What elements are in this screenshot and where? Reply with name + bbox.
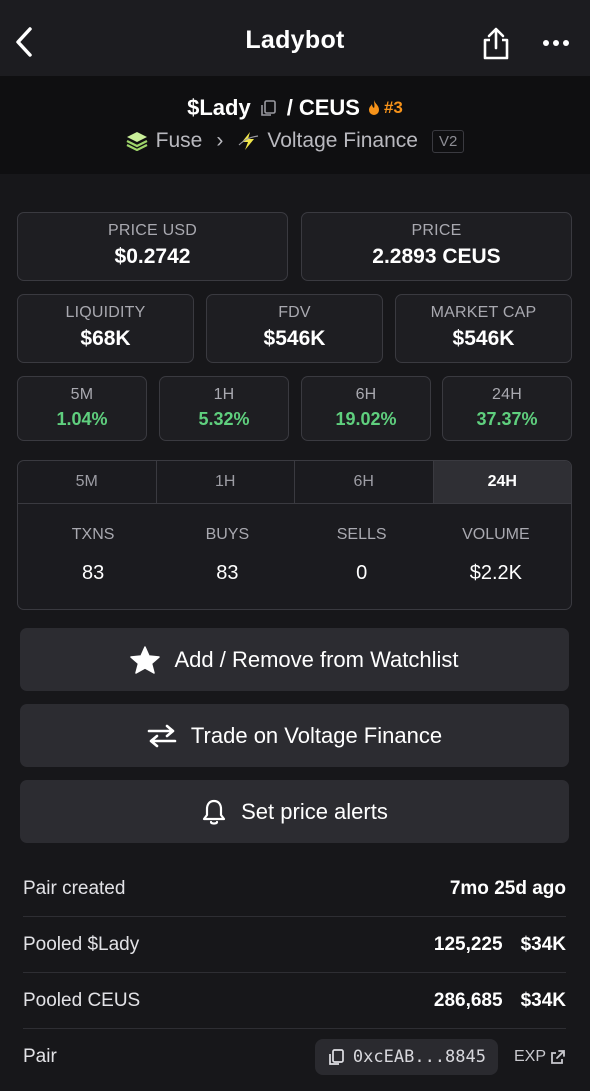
pair-created-value: 7mo 25d ago <box>449 878 566 899</box>
tab-6h[interactable]: 6H <box>295 461 434 503</box>
more-options-button[interactable] <box>538 28 574 58</box>
rank-number: #3 <box>383 98 403 117</box>
change-5m-value: 1.04% <box>56 409 108 429</box>
fdv-label: FDV <box>278 304 311 321</box>
fdv-value: $546K <box>263 327 326 350</box>
txns-value: 83 <box>82 562 105 584</box>
pooled-base-amount: 125,225 <box>433 934 503 955</box>
price-usd-label: PRICE USD <box>108 222 197 239</box>
change-1h-card[interactable]: 1H 5.32% <box>159 376 289 441</box>
pooled-quote-label: Pooled CEUS <box>23 990 141 1011</box>
pair-address-row: Pair 0xcEAB...8845 EXP <box>23 1029 566 1085</box>
change-24h-value: 37.37% <box>476 409 538 429</box>
tab-1h[interactable]: 1H <box>157 461 295 503</box>
price-usd-value: $0.2742 <box>114 245 191 268</box>
buys-label: BUYS <box>205 526 250 543</box>
stat-buys: BUYS 83 <box>160 504 294 585</box>
volume-label: VOLUME <box>462 526 530 543</box>
price-native-value: 2.2893 CEUS <box>372 245 501 268</box>
top-bar: Ladybot <box>0 0 590 76</box>
tab-24h[interactable]: 24H <box>433 461 571 503</box>
liquidity-card: LIQUIDITY $68K <box>17 294 194 363</box>
pooled-base-label: Pooled $Lady <box>23 934 140 955</box>
liquidity-label: LIQUIDITY <box>65 304 146 321</box>
transactions-panel: 5M 1H 6H 24H TXNS 83 BUYS 83 SELLS 0 VOL… <box>17 460 572 610</box>
quote-token-symbol: CEUS <box>298 95 360 120</box>
change-6h-card[interactable]: 6H 19.02% <box>301 376 431 441</box>
pair-label: Pair <box>23 1046 57 1067</box>
pooled-base-usd: $34K <box>520 934 566 955</box>
pair-created-row: Pair created 7mo 25d ago <box>23 861 566 917</box>
dex-version-badge: V2 <box>431 129 465 153</box>
timeframe-tabs: 5M 1H 6H 24H <box>18 461 571 504</box>
price-usd-card: PRICE USD $0.2742 <box>17 212 288 281</box>
tab-5m[interactable]: 5M <box>18 461 157 503</box>
chevron-right-icon: › <box>216 129 224 152</box>
pooled-base-row: Pooled $Lady 125,225 $34K <box>23 917 566 973</box>
chain-dex-line: Fuse › Voltage Finance V2 <box>0 126 590 156</box>
share-icon <box>483 27 509 60</box>
external-link-icon <box>551 1050 565 1064</box>
more-dots-icon <box>543 40 569 46</box>
change-24h-label: 24H <box>492 386 522 403</box>
dex-name[interactable]: Voltage Finance <box>267 129 418 153</box>
sells-value: 0 <box>356 562 368 584</box>
pair-address: 0xcEAB...8845 <box>352 1047 486 1067</box>
rank-badge: #3 <box>366 98 403 118</box>
stat-sells: SELLS 0 <box>295 504 429 585</box>
copy-icon[interactable] <box>259 99 277 117</box>
volume-value: $2.2K <box>469 562 522 584</box>
change-24h-card[interactable]: 24H 37.37% <box>442 376 572 441</box>
voltage-lightning-icon <box>238 132 259 150</box>
stat-volume: VOLUME $2.2K <box>429 504 563 585</box>
share-button[interactable] <box>478 22 514 64</box>
buys-value: 83 <box>216 562 239 584</box>
price-alerts-button-label: Set price alerts <box>241 798 388 824</box>
pair-header: $Lady / CEUS #3 Fuse › Voltage Finance V… <box>0 76 590 174</box>
transaction-stats: TXNS 83 BUYS 83 SELLS 0 VOLUME $2.2K <box>18 504 571 585</box>
price-alerts-button[interactable]: Set price alerts <box>20 780 569 843</box>
trade-button[interactable]: Trade on Voltage Finance <box>20 704 569 767</box>
pooled-quote-amount: 286,685 <box>433 990 503 1011</box>
pair-separator: / <box>286 95 293 120</box>
fuse-chain-icon <box>126 132 148 151</box>
price-native-card: PRICE 2.2893 CEUS <box>301 212 572 281</box>
change-5m-card[interactable]: 5M 1.04% <box>17 376 147 441</box>
pooled-quote-usd: $34K <box>520 990 566 1011</box>
watchlist-button-label: Add / Remove from Watchlist <box>174 646 459 672</box>
bell-icon <box>203 799 226 825</box>
change-1h-label: 1H <box>213 386 235 403</box>
fdv-card: FDV $546K <box>206 294 383 363</box>
market-cap-value: $546K <box>452 327 515 350</box>
txns-label: TXNS <box>71 526 115 543</box>
change-6h-label: 6H <box>355 386 377 403</box>
stat-txns: TXNS 83 <box>26 504 160 585</box>
price-native-label: PRICE <box>411 222 462 239</box>
flame-icon <box>368 100 379 115</box>
star-icon <box>130 645 161 674</box>
copy-icon <box>329 1049 344 1065</box>
liquidity-value: $68K <box>80 327 131 350</box>
change-6h-value: 19.02% <box>335 409 397 429</box>
swap-arrows-icon <box>147 724 177 747</box>
explorer-label: EXP <box>513 1048 546 1065</box>
chain-name[interactable]: Fuse <box>156 129 203 153</box>
pooled-quote-row: Pooled CEUS 286,685 $34K <box>23 973 566 1029</box>
pair-name: $Lady / CEUS #3 <box>0 94 590 122</box>
trade-button-label: Trade on Voltage Finance <box>190 722 443 748</box>
market-cap-label: MARKET CAP <box>430 304 537 321</box>
pair-created-label: Pair created <box>23 878 126 899</box>
watchlist-button[interactable]: Add / Remove from Watchlist <box>20 628 569 691</box>
sells-label: SELLS <box>336 526 387 543</box>
copy-address-button[interactable]: 0xcEAB...8845 <box>314 1039 498 1075</box>
market-cap-card: MARKET CAP $546K <box>395 294 572 363</box>
base-token-symbol: $Lady <box>187 95 251 120</box>
change-5m-label: 5M <box>70 386 94 403</box>
change-1h-value: 5.32% <box>198 409 250 429</box>
explorer-link[interactable]: EXP <box>514 1048 566 1066</box>
